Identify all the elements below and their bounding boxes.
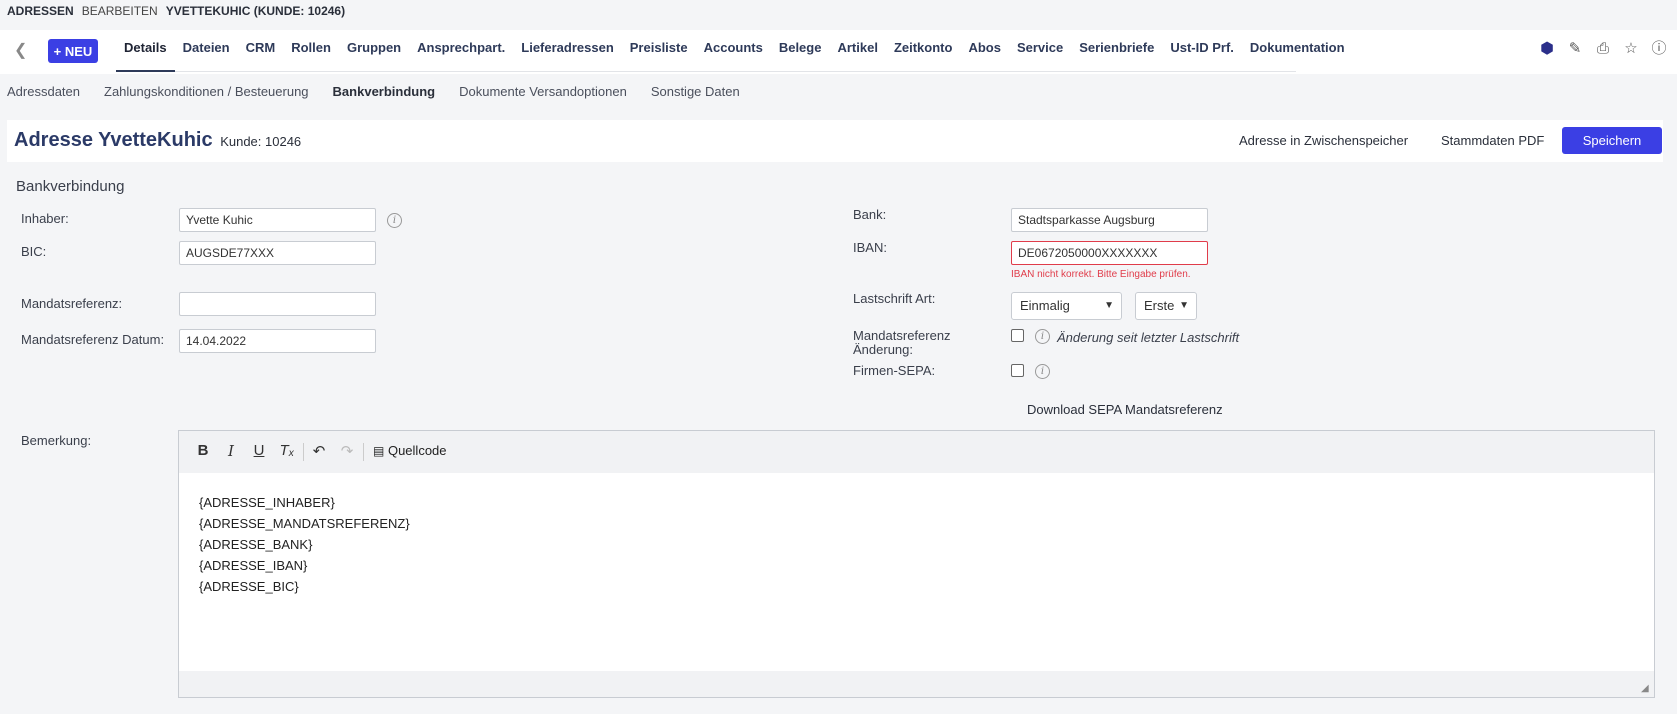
tab-zeitkonto[interactable]: Zeitkonto — [886, 30, 961, 72]
mandate-date-label: Mandatsreferenz Datum: — [21, 332, 165, 347]
tab-dokumentation[interactable]: Dokumentation — [1242, 30, 1353, 72]
mandate-reference-input[interactable] — [179, 292, 376, 316]
bank-input[interactable] — [1011, 208, 1208, 232]
breadcrumb-record: YVETTEKUHIC (KUNDE: 10246) — [165, 4, 346, 18]
mandate-change-note: Änderung seit letzter Lastschrift — [1057, 330, 1240, 345]
subtab-bankverbindung[interactable]: Bankverbindung — [333, 84, 436, 99]
back-chevron-icon[interactable]: ❮ — [14, 40, 30, 60]
breadcrumb: ADRESSEN BEARBEITEN YVETTEKUHIC (KUNDE: … — [7, 4, 345, 18]
clear-format-icon[interactable]: Tₓ — [278, 442, 296, 462]
company-sepa-checkbox[interactable] — [1011, 364, 1024, 377]
iban-input[interactable] — [1011, 241, 1208, 265]
tab-service[interactable]: Service — [1009, 30, 1071, 72]
chevron-down-icon: ▼ — [1179, 300, 1189, 311]
section-title: Bankverbindung — [16, 178, 125, 195]
bic-label: BIC: — [21, 244, 47, 259]
mandate-change-label-line1: Mandatsreferenz — [853, 328, 951, 343]
brand-logo-icon[interactable]: ⬢ — [1539, 40, 1555, 58]
tab-artikel[interactable]: Artikel — [829, 30, 885, 72]
tab-lieferadressen[interactable]: Lieferadressen — [513, 30, 622, 72]
toolbar-divider — [303, 443, 304, 461]
owner-input[interactable] — [179, 208, 376, 232]
tab-belege[interactable]: Belege — [771, 30, 830, 72]
master-data-pdf-button[interactable]: Stammdaten PDF — [1441, 133, 1544, 148]
record-header: Adresse YvetteKuhic Kunde: 10246 Adresse… — [7, 120, 1663, 162]
italic-icon[interactable]: I — [222, 442, 240, 462]
mandate-change-label: Mandatsreferenz Änderung: — [853, 329, 951, 357]
iban-error-message: IBAN nicht korrekt. Bitte Eingabe prüfen… — [1011, 269, 1191, 280]
breadcrumb-action: BEARBEITEN — [81, 4, 158, 18]
bic-input[interactable] — [179, 241, 376, 265]
direct-debit-sequence-value: Erste — [1144, 298, 1175, 313]
new-button[interactable]: + NEU — [48, 39, 98, 63]
editor-line: {ADRESSE_INHABER} — [199, 495, 335, 510]
company-sepa-info-icon[interactable]: i — [1035, 364, 1050, 379]
breadcrumb-module[interactable]: ADRESSEN — [7, 4, 74, 18]
subtab-adressdaten[interactable]: Adressdaten — [7, 84, 80, 99]
direct-debit-sequence-select[interactable]: Erste ▼ — [1135, 292, 1197, 320]
editor-line: {ADRESSE_BANK} — [199, 537, 313, 552]
subtab-dokumente-versandoptionen[interactable]: Dokumente Versandoptionen — [459, 84, 627, 99]
tab-serienbriefe[interactable]: Serienbriefe — [1071, 30, 1162, 72]
mandate-change-label-line2: Änderung: — [853, 342, 913, 357]
mandate-change-info-icon[interactable]: i — [1035, 329, 1050, 344]
remark-editor[interactable]: B I U Tₓ ↶ ↷ ▤ Quellcode {ADRESSE_INHABE… — [178, 430, 1655, 698]
owner-label: Inhaber: — [21, 211, 69, 226]
save-button[interactable]: Speichern — [1562, 127, 1662, 154]
download-sepa-mandate-link[interactable]: Download SEPA Mandatsreferenz — [1027, 402, 1223, 417]
tab-ust-id-pruefung[interactable]: Ust-ID Prf. — [1162, 30, 1242, 72]
subtab-bar: Adressdaten Zahlungskonditionen / Besteu… — [7, 84, 740, 99]
toolbar-divider — [363, 443, 364, 461]
tab-gruppen[interactable]: Gruppen — [339, 30, 409, 72]
undo-icon[interactable]: ↶ — [310, 442, 328, 462]
tab-rollen[interactable]: Rollen — [283, 30, 339, 72]
mandate-reference-label: Mandatsreferenz: — [21, 296, 123, 311]
editor-line: {ADRESSE_MANDATSREFERENZ} — [199, 516, 410, 531]
tab-dateien[interactable]: Dateien — [175, 30, 238, 72]
tab-crm[interactable]: CRM — [238, 30, 284, 72]
tab-preisliste[interactable]: Preisliste — [622, 30, 696, 72]
tab-abos[interactable]: Abos — [960, 30, 1009, 72]
customer-number: Kunde: 10246 — [220, 134, 302, 149]
editor-line: {ADRESSE_BIC} — [199, 579, 299, 594]
editor-statusbar: ◢ — [179, 671, 1654, 697]
iban-label: IBAN: — [853, 240, 887, 255]
page-title-text: Adresse YvetteKuhic — [14, 129, 213, 151]
mandate-date-input[interactable] — [179, 329, 376, 353]
page-title: Adresse YvetteKuhic Kunde: 10246 — [14, 129, 301, 152]
direct-debit-type-label: Lastschrift Art: — [853, 291, 936, 306]
source-code-button[interactable]: ▤ Quellcode — [373, 443, 447, 458]
tab-bar: Details Dateien CRM Rollen Gruppen Anspr… — [116, 30, 1345, 72]
remark-label: Bemerkung: — [21, 433, 92, 448]
pencil-icon[interactable]: ✎ — [1567, 40, 1583, 58]
tab-accounts[interactable]: Accounts — [696, 30, 771, 72]
copy-to-clipboard-button[interactable]: Adresse in Zwischenspeicher — [1239, 133, 1408, 148]
source-code-label: Quellcode — [387, 443, 447, 458]
resize-handle-icon[interactable]: ◢ — [1641, 684, 1651, 694]
nav-icon-group: ⬢ ✎ ⎙ ☆ ⓘ — [1539, 40, 1667, 58]
subtab-sonstige-daten[interactable]: Sonstige Daten — [651, 84, 740, 99]
tab-details[interactable]: Details — [116, 30, 175, 72]
owner-info-icon[interactable]: i — [387, 213, 402, 228]
star-icon[interactable]: ☆ — [1623, 40, 1639, 58]
tab-ansprechpartner[interactable]: Ansprechpart. — [409, 30, 513, 72]
subtab-zahlungskonditionen[interactable]: Zahlungskonditionen / Besteuerung — [104, 84, 309, 99]
direct-debit-type-select[interactable]: Einmalig ▼ — [1011, 292, 1122, 320]
direct-debit-type-value: Einmalig — [1020, 298, 1070, 313]
top-navigation: ❮ + NEU Details Dateien CRM Rollen Grupp… — [0, 30, 1677, 74]
company-sepa-label: Firmen-SEPA: — [853, 363, 936, 378]
help-icon[interactable]: ⓘ — [1651, 40, 1667, 58]
editor-line: {ADRESSE_IBAN} — [199, 558, 308, 573]
bank-label: Bank: — [853, 207, 887, 222]
editor-content[interactable]: {ADRESSE_INHABER} {ADRESSE_MANDATSREFERE… — [199, 492, 410, 597]
mandate-change-checkbox[interactable] — [1011, 329, 1024, 342]
underline-icon[interactable]: U — [250, 442, 268, 462]
chevron-down-icon: ▼ — [1104, 300, 1114, 311]
editor-toolbar: B I U Tₓ ↶ ↷ ▤ Quellcode — [179, 431, 1654, 473]
source-code-icon: ▤ — [373, 444, 385, 458]
bold-icon[interactable]: B — [194, 442, 212, 462]
print-icon[interactable]: ⎙ — [1595, 40, 1611, 58]
redo-icon[interactable]: ↷ — [338, 442, 356, 462]
